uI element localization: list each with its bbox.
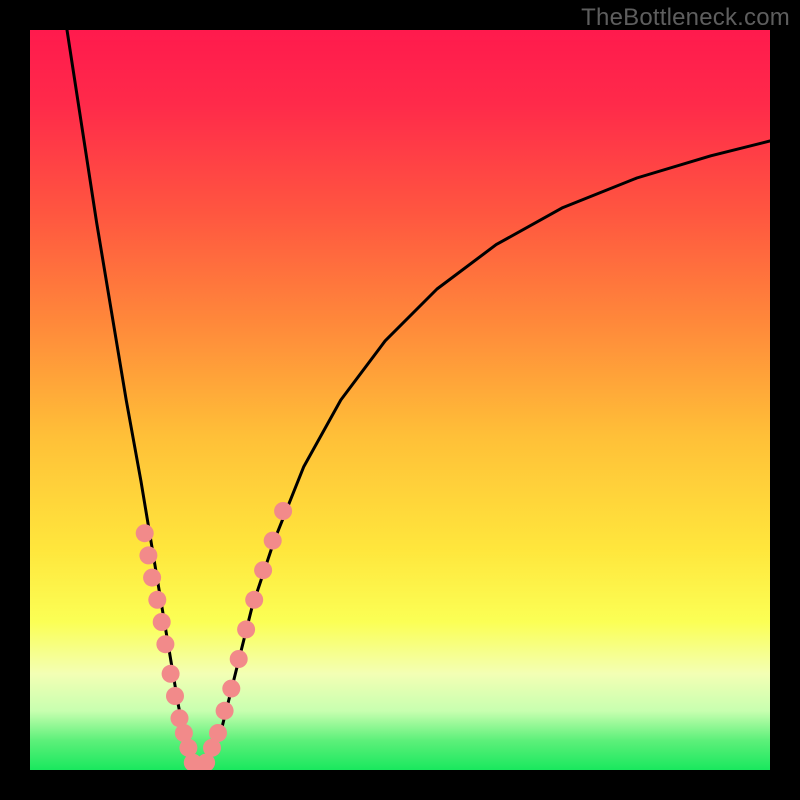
data-point <box>254 561 272 579</box>
data-point <box>245 591 263 609</box>
data-point <box>166 687 184 705</box>
data-point <box>139 546 157 564</box>
curve-line <box>67 30 770 770</box>
data-points <box>136 502 292 770</box>
data-point <box>143 569 161 587</box>
data-point <box>148 591 166 609</box>
data-point <box>136 524 154 542</box>
data-point <box>209 724 227 742</box>
bottleneck-curve-path <box>67 30 770 770</box>
data-point <box>230 650 248 668</box>
data-point <box>216 702 234 720</box>
chart-frame: TheBottleneck.com <box>0 0 800 800</box>
watermark-text: TheBottleneck.com <box>581 4 790 32</box>
data-point <box>237 620 255 638</box>
data-point <box>222 680 240 698</box>
data-point <box>156 635 174 653</box>
data-point <box>274 502 292 520</box>
data-point <box>162 665 180 683</box>
data-point <box>153 613 171 631</box>
chart-svg <box>30 30 770 770</box>
plot-area <box>30 30 770 770</box>
data-point <box>264 532 282 550</box>
